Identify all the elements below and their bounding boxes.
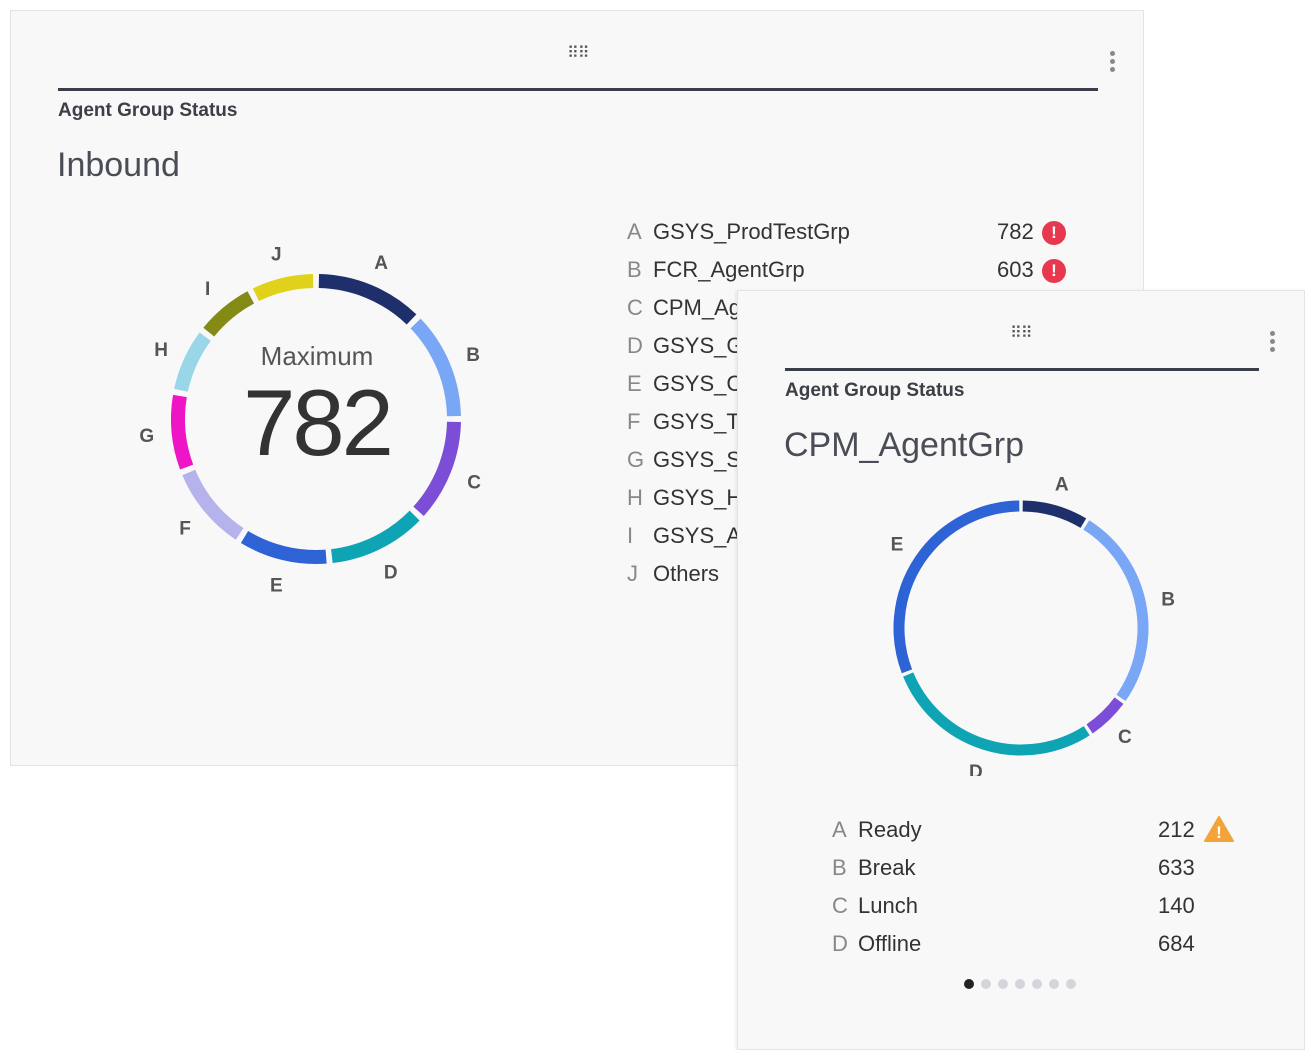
ring-label-i: I — [205, 279, 210, 300]
legend-letter: A — [832, 817, 847, 842]
ring-label-e: E — [891, 535, 904, 556]
legend-name: CPM_Ag — [653, 295, 742, 320]
drag-handle-icon[interactable]: ⠿⠿ — [567, 43, 589, 62]
legend-item-b[interactable]: B Break 633 — [832, 849, 1252, 887]
legend-value: 782 — [997, 219, 1034, 244]
ring-segment-j[interactable] — [252, 274, 314, 302]
ring-label-g: G — [139, 426, 154, 447]
pager-dot[interactable] — [981, 979, 991, 989]
legend-letter: J — [627, 561, 638, 586]
legend-item-a[interactable]: A Ready 212! — [832, 811, 1252, 849]
ring-segment-f[interactable] — [182, 469, 244, 540]
legend-item-b[interactable]: B FCR_AgentGrp 603! — [627, 251, 1087, 289]
drag-handle-icon[interactable]: ⠿⠿ — [1010, 323, 1032, 342]
pager-dot[interactable] — [964, 979, 974, 989]
legend-name: GSYS_ProdTestGrp — [653, 219, 850, 244]
ring-segment-d[interactable] — [330, 510, 420, 564]
legend-letter: C — [627, 295, 643, 320]
legend-letter: G — [627, 447, 645, 472]
ring-segment-c[interactable] — [413, 421, 461, 517]
legend-value: 212 — [1158, 817, 1195, 842]
legend-name: GSYS_A — [653, 523, 742, 548]
legend-value: 633 — [1158, 855, 1195, 880]
legend-name: Ready — [858, 817, 922, 842]
legend-name: GSYS_H — [653, 485, 743, 510]
center-value: 782 — [243, 370, 394, 475]
ring-segment-e[interactable] — [893, 500, 1020, 674]
legend-letter: I — [627, 523, 634, 548]
ring-segment-d[interactable] — [903, 672, 1090, 756]
ring-label-a: A — [374, 253, 388, 274]
legend-name: GSYS_S — [653, 447, 742, 472]
ring-label-b: B — [466, 345, 480, 366]
legend-name: FCR_AgentGrp — [653, 257, 805, 282]
legend-letter: B — [627, 257, 642, 282]
pager-dot[interactable] — [1066, 979, 1076, 989]
legend-letter: D — [627, 333, 643, 358]
legend-name: Lunch — [858, 893, 918, 918]
center-caption: Maximum — [260, 341, 374, 371]
ring-segment-a[interactable] — [1022, 500, 1087, 528]
legend-name: Offline — [858, 931, 922, 956]
legend-name: GSYS_G — [653, 333, 744, 358]
agent-group-status-card-cpm: ⠿⠿ Agent Group Status CPM_AgentGrp ABCDE… — [737, 290, 1305, 1050]
legend-value: 140 — [1158, 893, 1195, 918]
ring-label-d: D — [969, 762, 983, 776]
card-title: CPM_AgentGrp — [784, 426, 1024, 464]
pager-dot[interactable] — [1015, 979, 1025, 989]
legend-name: Others — [653, 561, 720, 586]
ring-label-f: F — [179, 518, 191, 539]
legend-name: Break — [858, 855, 916, 880]
header-rule — [785, 368, 1259, 371]
legend-letter: E — [627, 371, 642, 396]
legend-letter: B — [832, 855, 847, 880]
ring-label-b: B — [1161, 589, 1175, 610]
legend-letter: H — [627, 485, 643, 510]
card-label: Agent Group Status — [58, 100, 238, 121]
ring-segment-e[interactable] — [240, 530, 327, 564]
ring-label-a: A — [1055, 476, 1069, 496]
donut-ring: A B C D E — [891, 475, 1175, 783]
pager-dot[interactable] — [1049, 979, 1059, 989]
legend-letter: A — [627, 219, 642, 244]
ring-label-j: J — [271, 245, 282, 266]
pager-dots[interactable] — [964, 979, 1076, 989]
ring-segment-b[interactable] — [1083, 520, 1149, 702]
ring-segment-c[interactable] — [1086, 697, 1124, 734]
warning-icon: ! — [1204, 816, 1234, 842]
card-title: Inbound — [57, 146, 180, 184]
alert-icon: ! — [1042, 221, 1066, 245]
legend-letter: D — [832, 931, 848, 956]
ring-label-c: C — [467, 473, 481, 494]
ring-label-h: H — [154, 340, 168, 361]
more-vertical-icon[interactable] — [1110, 51, 1116, 75]
ring-label-c: C — [1118, 727, 1132, 748]
header-rule — [58, 88, 1098, 91]
ring-segment-b[interactable] — [410, 318, 461, 417]
legend-value: 684 — [1158, 931, 1195, 956]
ring-label-d: D — [384, 563, 398, 584]
legend-name: GSYS_C — [653, 371, 743, 396]
more-vertical-icon[interactable] — [1270, 331, 1276, 355]
pager-dot[interactable] — [998, 979, 1008, 989]
legend-name: GSYS_T — [653, 409, 740, 434]
legend: A Ready 212! B Break 633 C Lunch 140 D Offline 684 — [832, 811, 1252, 963]
legend-item-a[interactable]: A GSYS_ProdTestGrp 782! — [627, 213, 1087, 251]
alert-icon: ! — [1042, 259, 1066, 283]
ring-segment-g[interactable] — [171, 394, 194, 470]
donut-chart: A B C D E — [863, 475, 1183, 783]
ring-segment-h[interactable] — [174, 332, 211, 392]
legend-letter: F — [627, 409, 641, 434]
svg-text:!: ! — [1216, 823, 1222, 842]
legend-letter: C — [832, 893, 848, 918]
ring-label-e: E — [270, 575, 283, 596]
ring-segment-i[interactable] — [203, 291, 255, 337]
legend-item-d[interactable]: D Offline 684 — [832, 925, 1252, 963]
legend-value: 603 — [997, 257, 1034, 282]
pager-dot[interactable] — [1032, 979, 1042, 989]
legend-item-c[interactable]: C Lunch 140 — [832, 887, 1252, 925]
card-label: Agent Group Status — [785, 380, 965, 401]
ring-segment-a[interactable] — [318, 274, 417, 325]
